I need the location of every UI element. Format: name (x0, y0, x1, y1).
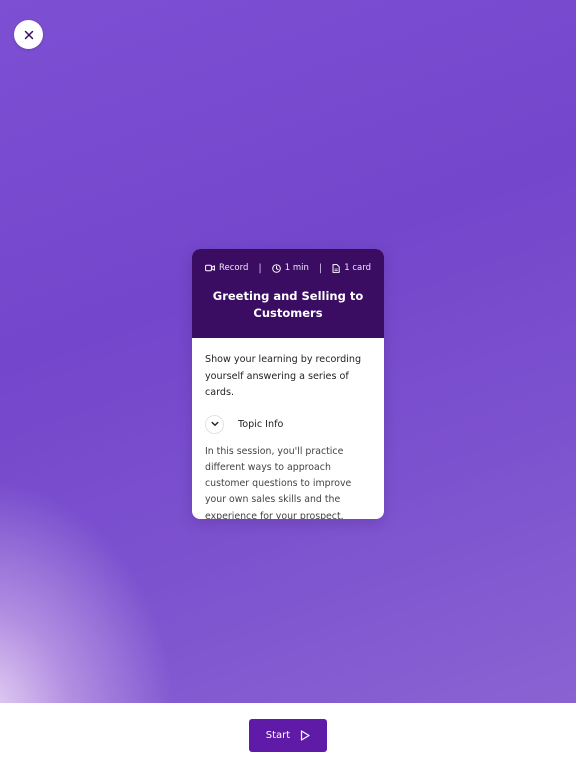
meta-separator: | (318, 262, 323, 274)
meta-type-label: Record (219, 263, 249, 273)
document-icon (332, 263, 340, 273)
card-header: Record | 1 min | 1 card Greeting and Sel… (192, 249, 384, 338)
card-title: Greeting and Selling to Customers (212, 289, 364, 320)
topic-info-label: Topic Info (238, 418, 284, 430)
card-body: Show your learning by recording yourself… (192, 338, 384, 519)
clock-icon (271, 263, 281, 273)
play-icon (301, 730, 310, 741)
meta-cards: 1 card (332, 263, 371, 273)
meta-cards-label: 1 card (344, 263, 371, 273)
chevron-down-icon (211, 421, 218, 426)
meta-duration-label: 1 min (284, 263, 309, 273)
video-icon (205, 264, 215, 272)
start-button-label: Start (265, 730, 291, 741)
close-button[interactable] (14, 20, 43, 49)
bottom-bar: Start (0, 703, 576, 768)
start-button[interactable]: Start (249, 719, 327, 752)
meta-duration: 1 min (271, 263, 309, 273)
topic-description: In this session, you'll practice differe… (205, 445, 352, 520)
session-card: Record | 1 min | 1 card Greeting and Sel… (192, 249, 384, 519)
close-icon (24, 30, 33, 39)
card-lead-text: Show your learning by recording yourself… (205, 354, 362, 398)
topic-info-toggle[interactable]: Topic Info (205, 414, 371, 434)
meta-separator: | (258, 262, 262, 274)
meta-type: Record (205, 263, 248, 273)
topic-expand-button[interactable] (205, 414, 224, 434)
card-meta: Record | 1 min | 1 card (192, 259, 384, 277)
